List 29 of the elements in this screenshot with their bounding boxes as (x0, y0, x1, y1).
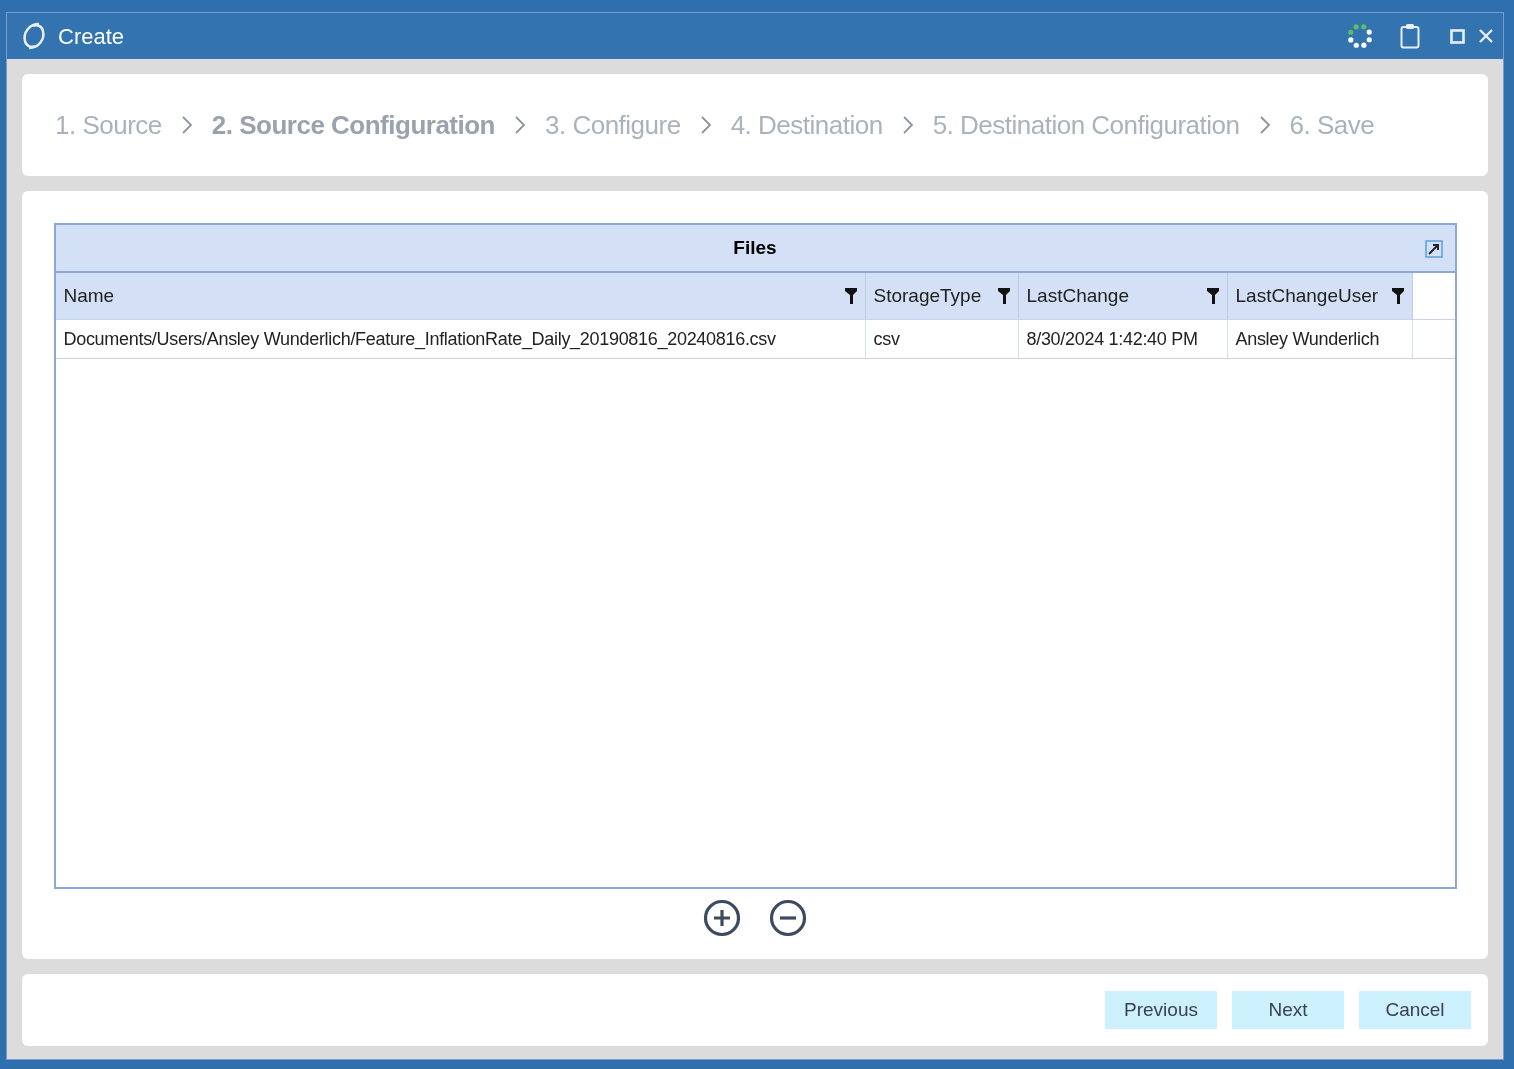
clipboard-icon[interactable] (1400, 23, 1420, 49)
expand-icon[interactable] (1424, 240, 1443, 258)
maximize-icon[interactable] (1450, 28, 1465, 44)
chevron-right-icon (181, 116, 192, 134)
wizard-button[interactable]: Previous (1105, 991, 1217, 1029)
loading-spinner-icon (1346, 22, 1374, 50)
remove-icon[interactable] (769, 899, 807, 937)
filter-icon[interactable] (1391, 288, 1404, 304)
chevron-right-icon (902, 116, 913, 134)
add-icon[interactable] (703, 899, 741, 937)
table-cell: 8/30/2024 1:42:40 PM (1018, 320, 1228, 358)
chevron-right-icon (1259, 116, 1270, 134)
chevron-right-icon (515, 116, 525, 134)
filter-icon[interactable] (844, 288, 857, 304)
column-header[interactable]: StorageType (865, 273, 1019, 319)
wizard-button[interactable]: Next (1232, 991, 1344, 1029)
column-header[interactable]: LastChange (1018, 273, 1228, 319)
table-cell: Documents/Users/Ansley Wunderlich/Feature_InflationRate_Daily_20190816_20240816.csv (55, 320, 866, 358)
close-icon[interactable] (1479, 29, 1493, 43)
chevron-right-icon (700, 116, 711, 134)
window-title: Create (58, 22, 125, 51)
table-cell: Ansley Wunderlich (1227, 320, 1413, 358)
filter-icon[interactable] (997, 288, 1010, 304)
column-header[interactable]: LastChangeUser (1227, 273, 1413, 319)
column-header[interactable]: Name (55, 273, 866, 319)
table-cell: csv (865, 320, 1019, 358)
wizard-button[interactable]: Cancel (1359, 991, 1471, 1029)
filter-icon[interactable] (1206, 288, 1219, 304)
grid-title: Files (733, 235, 777, 260)
